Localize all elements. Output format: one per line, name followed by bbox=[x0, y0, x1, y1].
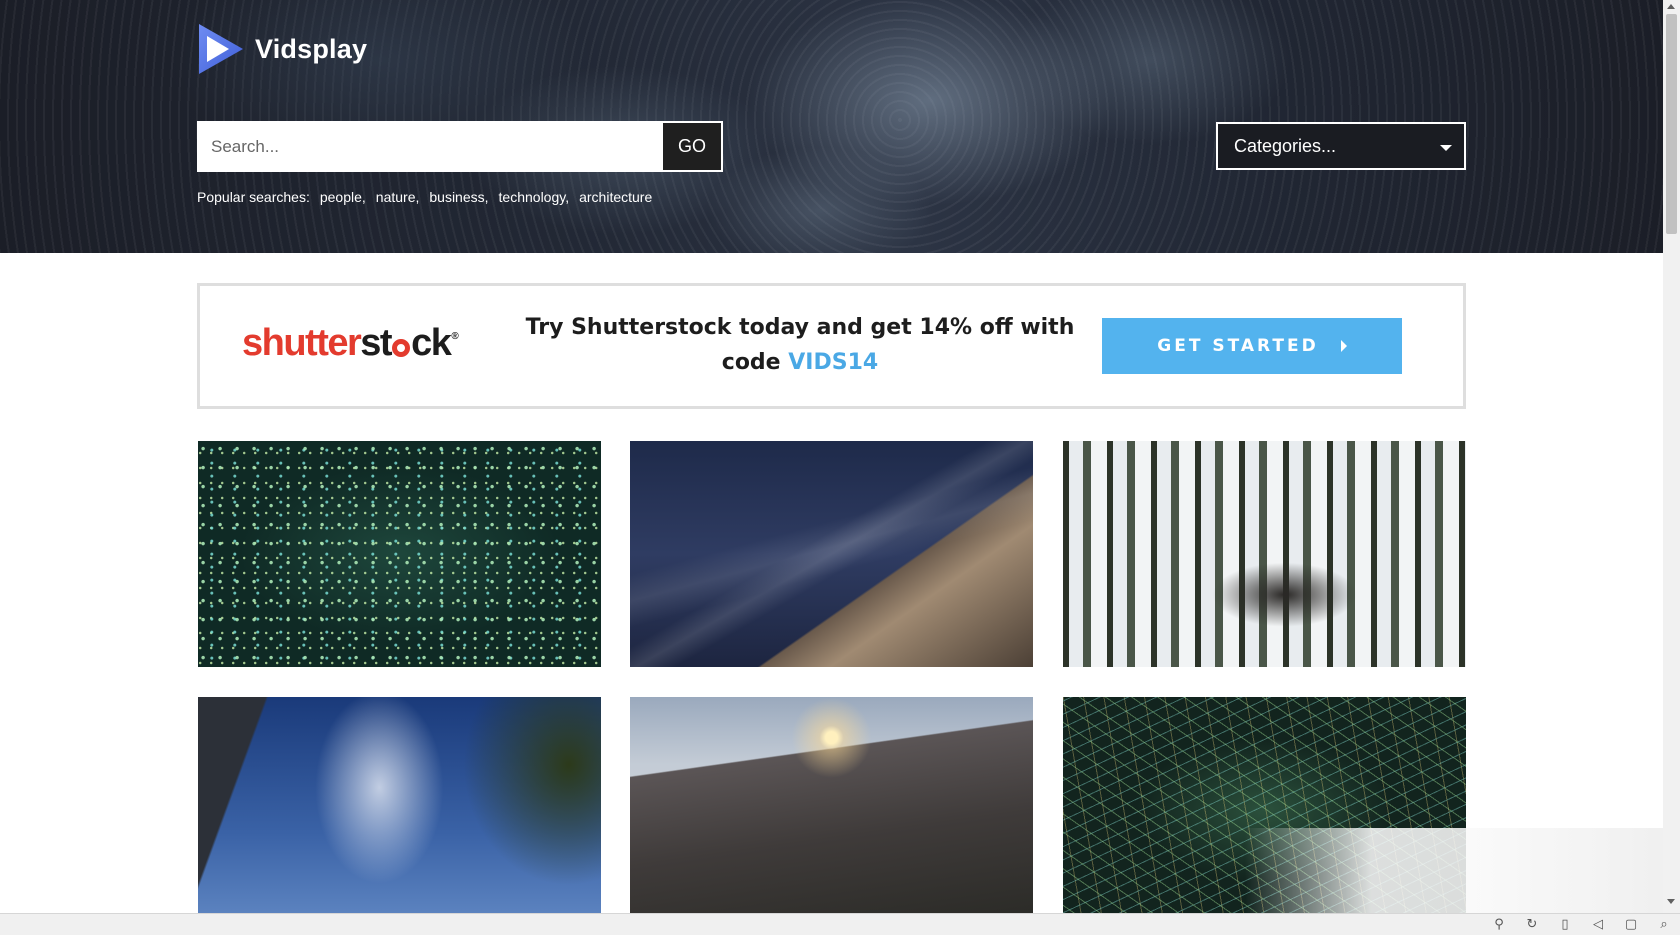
video-thumbnail-snowy-creek[interactable] bbox=[1063, 441, 1466, 667]
popular-search-link[interactable]: people, bbox=[320, 189, 366, 205]
window-icon[interactable]: ▢ bbox=[1623, 917, 1639, 933]
popular-searches: Popular searches: people, nature, busine… bbox=[197, 189, 652, 205]
popular-search-link[interactable]: nature, bbox=[376, 189, 420, 205]
popular-search-link[interactable]: architecture bbox=[579, 189, 652, 205]
get-started-label: GET STARTED bbox=[1157, 336, 1319, 356]
browser-status-bar: ⚲ ↻ ▯ ◁ ▢ ⌕ bbox=[0, 913, 1680, 935]
search-input[interactable] bbox=[199, 123, 663, 170]
video-thumbnail-mountain-sunset[interactable] bbox=[630, 697, 1033, 923]
blurred-overlay bbox=[1245, 828, 1665, 918]
promo-code: VIDS14 bbox=[788, 350, 879, 375]
hero-header: Vidsplay GO Popular searches: people, na… bbox=[0, 0, 1663, 253]
shutterstock-logo[interactable]: shutterst ck® bbox=[242, 322, 459, 365]
refresh-icon[interactable]: ↻ bbox=[1524, 917, 1540, 933]
popular-search-link[interactable]: business, bbox=[429, 189, 488, 205]
search-bar: GO bbox=[197, 121, 723, 172]
categories-label: Categories... bbox=[1234, 135, 1337, 156]
volume-icon[interactable]: ◁ bbox=[1590, 917, 1606, 933]
go-button[interactable]: GO bbox=[663, 123, 721, 170]
caret-down-icon bbox=[1440, 145, 1452, 151]
scroll-up-arrow-icon[interactable] bbox=[1667, 4, 1675, 9]
get-started-button[interactable]: GET STARTED bbox=[1102, 318, 1402, 374]
zoom-icon[interactable]: ⌕ bbox=[1656, 917, 1672, 933]
video-thumbnail-sky-trees[interactable] bbox=[198, 697, 601, 923]
categories-dropdown[interactable]: Categories... bbox=[1216, 122, 1466, 170]
scroll-down-arrow-icon[interactable] bbox=[1667, 899, 1675, 904]
shutterstock-banner: shutterst ck® Try Shutterstock today and … bbox=[197, 283, 1466, 409]
play-logo-icon bbox=[199, 24, 243, 74]
site-logo[interactable]: Vidsplay bbox=[197, 24, 367, 74]
scrollbar-thumb[interactable] bbox=[1666, 14, 1677, 234]
pin-icon[interactable]: ⚲ bbox=[1491, 917, 1507, 933]
popular-searches-label: Popular searches: bbox=[197, 189, 310, 205]
arrow-right-icon bbox=[1340, 340, 1347, 352]
trash-icon[interactable]: ▯ bbox=[1557, 917, 1573, 933]
video-thumbnail-particles[interactable] bbox=[198, 441, 601, 667]
popular-search-link[interactable]: technology, bbox=[499, 189, 570, 205]
vertical-scrollbar[interactable] bbox=[1663, 0, 1680, 913]
promo-text: Try Shutterstock today and get 14% off w… bbox=[520, 310, 1080, 380]
video-thumbnail-underwater[interactable] bbox=[630, 441, 1033, 667]
site-name: Vidsplay bbox=[255, 33, 368, 64]
